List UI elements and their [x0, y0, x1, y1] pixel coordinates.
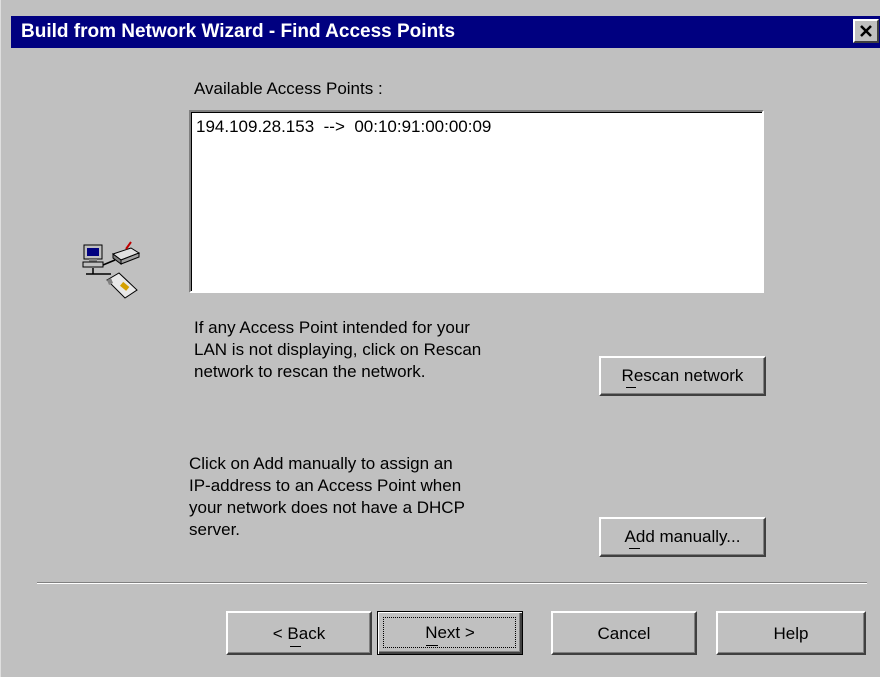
- title-bar[interactable]: Build from Network Wizard - Find Access …: [11, 16, 880, 48]
- wizard-dialog: Build from Network Wizard - Find Access …: [0, 0, 880, 677]
- window-title: Build from Network Wizard - Find Access …: [21, 21, 456, 42]
- access-points-listbox[interactable]: 194.109.28.153 --> 00:10:91:00:00:09: [189, 110, 764, 293]
- rescan-network-label: Rescan network: [621, 366, 744, 385]
- close-button[interactable]: [853, 19, 879, 43]
- back-label: < Back: [272, 624, 326, 643]
- rescan-description-line: LAN is not displaying, click on Rescan: [194, 340, 482, 359]
- help-button[interactable]: Help: [716, 611, 866, 655]
- cancel-button[interactable]: Cancel: [551, 611, 697, 655]
- accelerator-underline: [426, 645, 438, 646]
- list-item[interactable]: 194.109.28.153 --> 00:10:91:00:00:09: [196, 116, 491, 138]
- next-label: Next >: [425, 623, 475, 642]
- add-manual-description-line: IP-address to an Access Point when: [189, 476, 462, 495]
- accelerator-underline: [629, 548, 640, 549]
- back-button[interactable]: < Back: [226, 611, 372, 655]
- accelerator-underline: [626, 387, 636, 388]
- access-points-label: Available Access Points :: [194, 79, 383, 98]
- next-button[interactable]: Next >: [377, 611, 523, 655]
- accelerator-underline: [290, 646, 301, 647]
- add-manual-description-line: your network does not have a DHCP: [189, 498, 465, 517]
- close-icon: [860, 25, 872, 37]
- rescan-description-line: network to rescan the network.: [194, 362, 426, 381]
- cancel-label: Cancel: [597, 624, 651, 643]
- footer-separator: [37, 582, 867, 584]
- add-manually-label: Add manually...: [624, 527, 741, 546]
- add-manual-description: Click on Add manually to assign an IP-ad…: [189, 453, 465, 541]
- add-manual-description-line: server.: [189, 520, 241, 539]
- network-computer-icon: [82, 241, 141, 299]
- add-manually-button[interactable]: Add manually...: [599, 517, 766, 557]
- rescan-network-button[interactable]: Rescan network: [599, 356, 766, 396]
- add-manual-description-line: Click on Add manually to assign an: [189, 454, 453, 473]
- help-label: Help: [773, 624, 809, 643]
- rescan-description-line: If any Access Point intended for your: [194, 318, 470, 337]
- rescan-description: If any Access Point intended for your LA…: [194, 317, 481, 383]
